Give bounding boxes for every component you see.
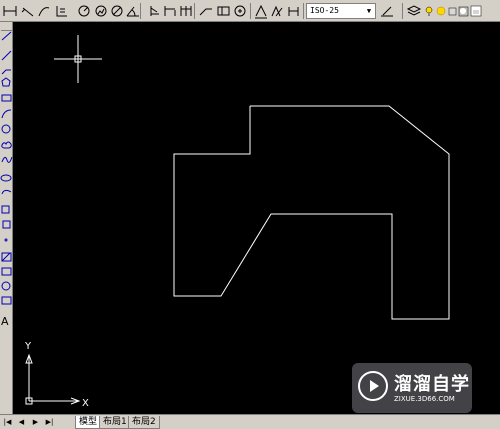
ellipse-arc-icon[interactable] [1,189,12,195]
ellipse-tool-icon[interactable] [0,174,12,182]
construction-line-icon[interactable] [1,50,12,61]
dimension-style-combo[interactable]: ISO-25 ▼ [306,3,376,19]
center-mark-icon[interactable] [234,5,246,17]
layer-lock-icon[interactable] [448,7,457,16]
arc-tool-icon[interactable] [1,109,12,119]
radius-dimension-icon[interactable] [78,5,90,17]
dimension-style-value: ISO-25 [310,6,339,15]
layer-manager-icon[interactable] [406,5,422,16]
first-tab-icon[interactable]: |◀ [2,417,13,428]
ordinate-dimension-icon[interactable] [56,6,67,17]
layer-color-icon[interactable] [458,6,469,17]
ucs-icon [25,353,81,405]
chevron-down-icon[interactable]: ▼ [364,5,374,17]
ucs-y-label: Y [24,341,32,352]
point-tool-icon[interactable] [4,238,8,242]
next-tab-icon[interactable]: ▶ [30,417,41,428]
top-toolbar: ISO-25 ▼ [0,0,500,22]
linear-dimension-icon[interactable] [3,6,17,16]
dimension-text-edit-icon[interactable] [271,5,283,17]
layer-freeze-icon[interactable] [436,6,446,16]
gradient-tool-icon[interactable] [1,267,12,276]
aligned-dimension-icon[interactable] [21,7,34,17]
play-logo-icon [358,371,388,401]
tab-layout1[interactable]: 布局1 [99,416,131,429]
ucs-x-label: X [82,398,89,409]
tab-model[interactable]: 模型 [75,416,102,429]
arc-length-icon[interactable] [38,7,50,17]
layer-plot-icon[interactable] [470,5,482,17]
hatch-tool-icon[interactable] [1,252,12,262]
layer-on-icon[interactable] [425,6,433,16]
watermark: 溜溜自学 ZIXUE.3D66.COM [352,363,472,413]
revision-cloud-icon[interactable] [1,141,12,149]
diameter-dimension-icon[interactable] [111,5,123,17]
layout-tab-bar: |◀ ◀ ▶ ▶| 模型 布局1 布局2 [0,414,500,429]
draw-toolbar: A [0,22,13,414]
multiline-text-icon[interactable]: A [1,315,9,328]
baseline-dimension-icon[interactable] [164,6,176,16]
polyline-tool-icon[interactable] [1,69,11,75]
tab-layout2[interactable]: 布局2 [128,416,160,429]
drawing-svg: Y X [24,35,450,409]
spline-tool-icon[interactable] [1,156,13,163]
circle-tool-icon[interactable] [1,124,11,134]
outer-profile[interactable] [173,105,450,320]
watermark-subtitle: ZIXUE.3D66.COM [394,395,455,403]
quick-dimension-icon[interactable] [150,6,159,16]
polygon-tool-icon[interactable] [1,77,11,87]
continue-dimension-icon[interactable] [180,6,192,16]
make-block-icon[interactable] [2,220,11,229]
drawing-canvas[interactable]: Y X [13,22,500,414]
table-tool-icon[interactable] [1,296,12,305]
watermark-title: 溜溜自学 [394,374,470,395]
cad-window: ISO-25 ▼ A Y X |◀ ◀ ▶ ▶| 模型 布局1 布局2 溜溜自学… [0,0,500,429]
tolerance-icon[interactable] [217,6,230,16]
insert-block-icon[interactable] [1,205,10,214]
quick-leader-icon[interactable] [199,8,212,16]
crosshair-cursor [54,35,102,83]
dimension-style-icon[interactable] [381,6,393,17]
dimension-edit-icon[interactable] [255,4,267,19]
dimension-update-icon[interactable] [288,7,299,16]
angular-dimension-icon[interactable] [126,6,139,17]
prev-tab-icon[interactable]: ◀ [16,417,27,428]
last-tab-icon[interactable]: ▶| [44,417,55,428]
rectangle-tool-icon[interactable] [1,94,12,102]
jogged-dimension-icon[interactable] [95,5,107,17]
region-tool-icon[interactable] [1,281,11,291]
line-tool-icon[interactable] [1,31,12,41]
